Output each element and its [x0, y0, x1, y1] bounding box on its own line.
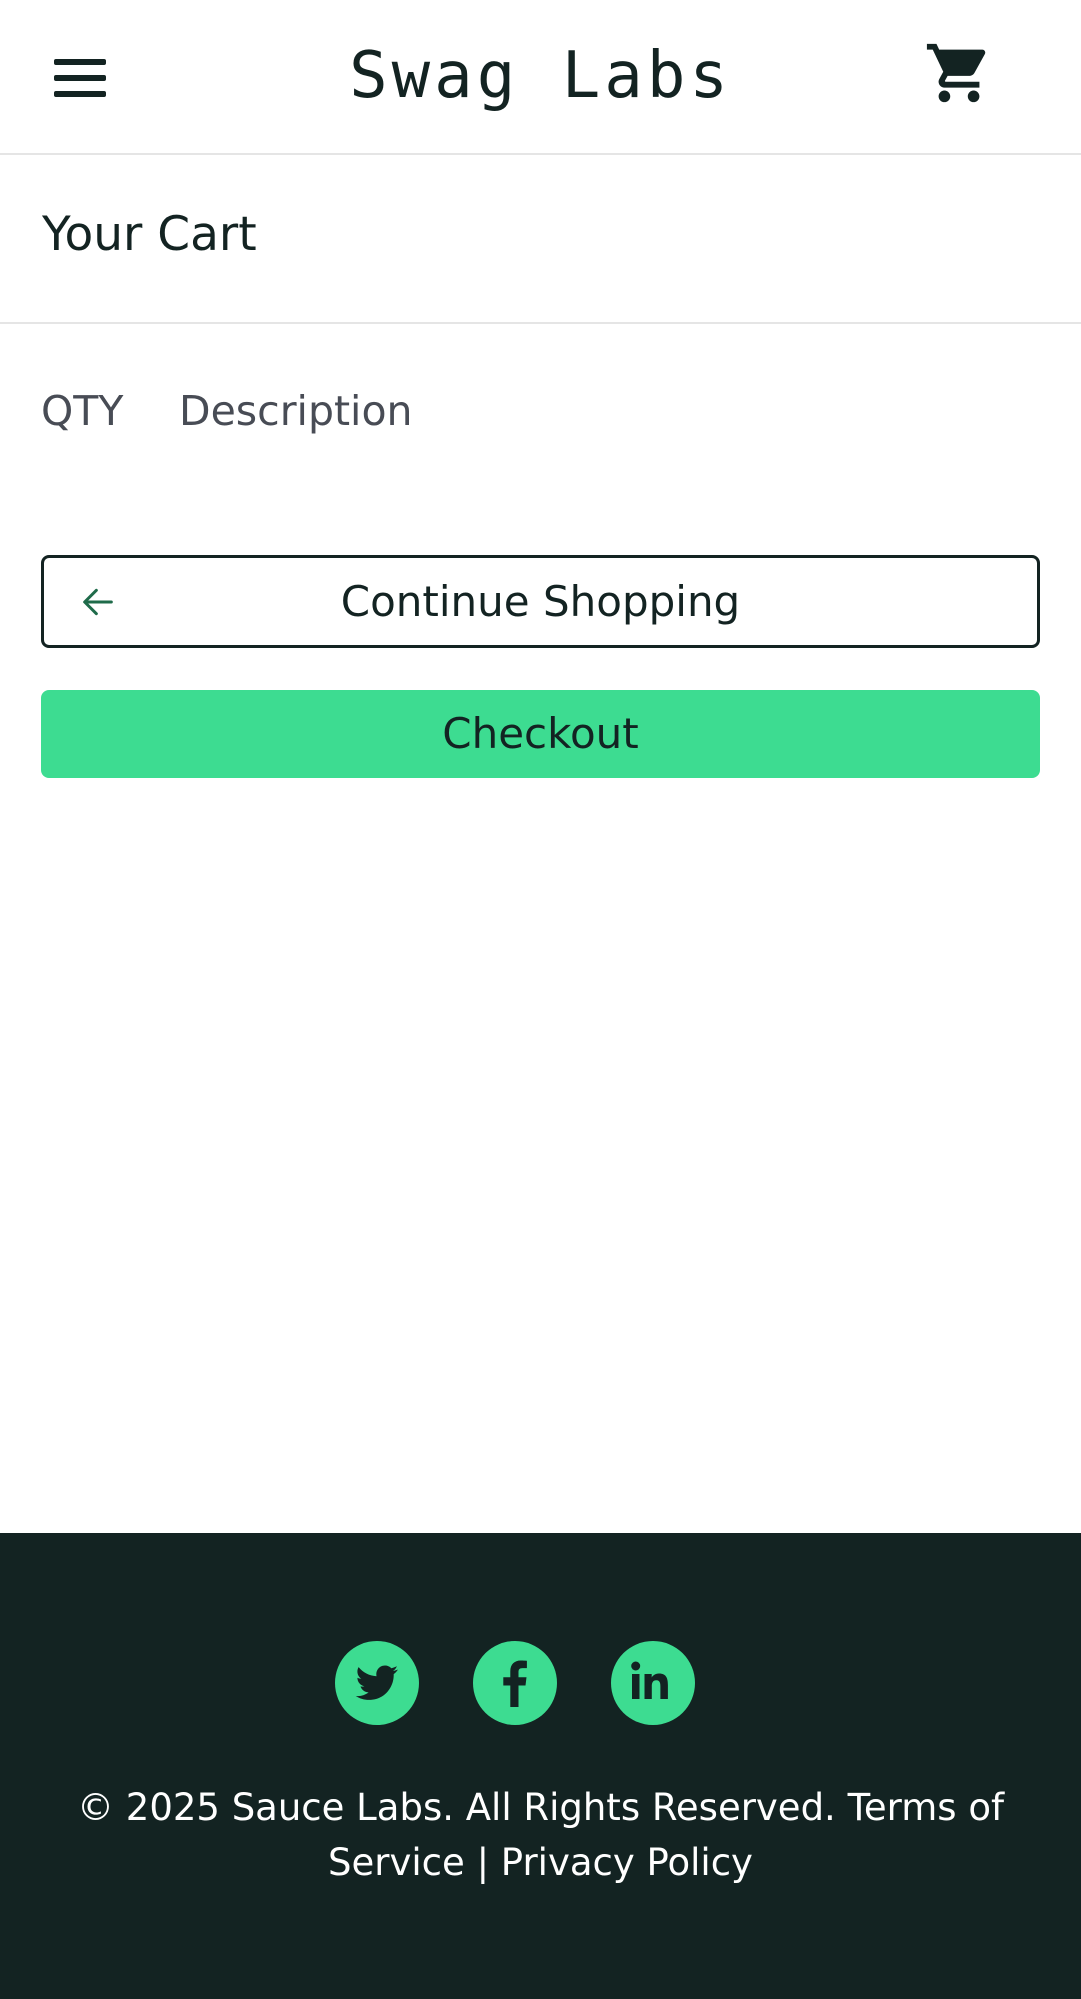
facebook-link[interactable] [473, 1641, 557, 1725]
shopping-cart-button[interactable] [924, 38, 994, 108]
linkedin-icon [631, 1661, 668, 1699]
column-header-qty: QTY [41, 387, 124, 435]
twitter-link[interactable] [335, 1641, 419, 1725]
facebook-icon [503, 1660, 527, 1707]
primary-header: Swag Labs [0, 0, 1081, 155]
footer: © 2025 Sauce Labs. All Rights Reserved. … [0, 1533, 1081, 1999]
page-title: Your Cart [42, 207, 257, 262]
twitter-icon [355, 1665, 398, 1700]
menu-button[interactable] [52, 55, 108, 101]
continue-shopping-button[interactable]: Continue Shopping [41, 555, 1040, 648]
column-header-description: Description [179, 387, 413, 435]
checkout-button[interactable]: Checkout [41, 690, 1040, 778]
hamburger-menu-icon-bar [54, 75, 106, 81]
continue-shopping-label: Continue Shopping [340, 577, 741, 626]
footer-copy: © 2025 Sauce Labs. All Rights Reserved. … [20, 1780, 1061, 1890]
privacy-policy-link[interactable]: Privacy Policy [501, 1841, 753, 1884]
checkout-label: Checkout [442, 709, 639, 758]
linkedin-link[interactable] [611, 1641, 695, 1725]
footer-separator: | [476, 1841, 490, 1884]
copyright-text: © 2025 Sauce Labs. All Rights Reserved. [77, 1786, 836, 1829]
hamburger-menu-icon [54, 59, 106, 65]
shopping-cart-icon [926, 43, 986, 103]
title-bar: Your Cart [0, 155, 1081, 324]
app-logo: Swag Labs [349, 39, 732, 113]
hamburger-menu-icon-bar [54, 91, 106, 97]
